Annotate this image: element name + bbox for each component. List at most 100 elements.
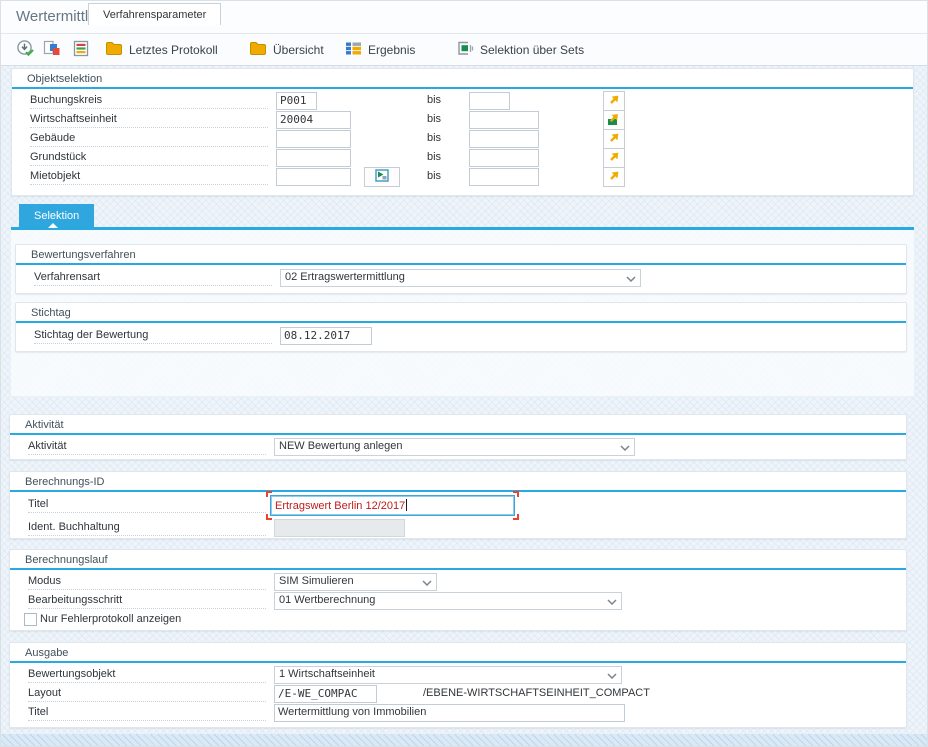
aktivitaet-dropdown[interactable]: NEW Bewertung anlegen: [274, 438, 635, 456]
folder-icon: [105, 41, 123, 59]
wirtschaftseinheit-input[interactable]: 20004: [276, 111, 351, 129]
execute-button[interactable]: [13, 38, 38, 62]
mietobjekt-multiselect-button[interactable]: [603, 167, 625, 187]
fehlerprotokoll-row: Nur Fehlerprotokoll anzeigen: [10, 612, 906, 631]
tab-verfahrensparameter[interactable]: Verfahrensparameter: [88, 3, 221, 25]
aktivitaet-title: Aktivität: [25, 419, 64, 431]
ausgabe-titel-input[interactable]: Wertermittlung von Immobilien: [274, 704, 625, 722]
multiple-selection-icon: [608, 150, 621, 166]
sap-window: Wertermittlung anlegen: [0, 0, 928, 747]
ausgabe-title: Ausgabe: [25, 647, 68, 659]
objektselektion-group: Objektselektion Buchungskreis P001 bis W…: [11, 68, 914, 196]
grundstueck-multiselect-button[interactable]: [603, 148, 625, 168]
grundstueck-row: Grundstück bis: [12, 149, 913, 168]
gebaeude-bis-input[interactable]: [469, 130, 539, 148]
chevron-down-icon: [607, 599, 617, 605]
letztes-protokoll-label: Letztes Protokoll: [129, 43, 218, 57]
layout-input[interactable]: /E-WE_COMPAC: [274, 685, 377, 703]
gebaeude-multiselect-button[interactable]: [603, 129, 625, 149]
bis-label: bis: [427, 170, 441, 182]
letztes-protokoll-button[interactable]: Letztes Protokoll: [102, 38, 221, 62]
accent-line: [12, 87, 913, 89]
log-display-button[interactable]: [70, 38, 92, 62]
layout-row: Layout /E-WE_COMPAC /EBENE-WIRTSCHAFTSEI…: [10, 685, 906, 704]
bearbeitungsschritt-dropdown[interactable]: 01 Wertberechnung: [274, 592, 622, 610]
buchungskreis-multiselect-button[interactable]: [603, 91, 625, 111]
chevron-down-icon: [422, 580, 432, 586]
result-grid-icon: [345, 41, 362, 59]
aktivitaet-row: Aktivität NEW Bewertung anlegen: [10, 438, 906, 457]
mietobjekt-label: Mietobjekt: [30, 170, 268, 185]
uebersicht-label: Übersicht: [273, 43, 324, 57]
buchungskreis-row: Buchungskreis P001 bis: [12, 92, 913, 111]
multiple-selection-icon: [608, 131, 621, 147]
layout-label: Layout: [28, 687, 266, 702]
modus-dropdown[interactable]: SIM Simulieren: [274, 573, 437, 591]
mietobjekt-input[interactable]: [276, 168, 351, 186]
stichtag-input[interactable]: 08.12.2017: [280, 327, 372, 345]
gebaeude-row: Gebäude bis: [12, 130, 913, 149]
nur-fehlerprotokoll-label: Nur Fehlerprotokoll anzeigen: [40, 613, 181, 625]
ident-buchhaltung-label: Ident. Buchhaltung: [28, 521, 266, 536]
gebaeude-label: Gebäude: [30, 132, 268, 147]
folder-icon: [249, 41, 267, 59]
text-cursor: [406, 499, 407, 511]
uebersicht-button[interactable]: Übersicht: [246, 38, 327, 62]
ergebnis-button[interactable]: Ergebnis: [342, 38, 418, 62]
verfahrensart-row: Verfahrensart 02 Ertragswertermittlung: [16, 269, 906, 288]
aktivitaet-value: NEW Bewertung anlegen: [279, 440, 403, 452]
stichtag-label: Stichtag der Bewertung: [34, 329, 272, 344]
titel-input-focus: Ertragswert Berlin 12/2017: [270, 495, 515, 516]
titel-label: Titel: [28, 498, 266, 513]
selektion-ueber-sets-label: Selektion über Sets: [480, 43, 584, 57]
wirtschaftseinheit-row: Wirtschaftseinheit 20004 bis: [12, 111, 913, 130]
bearbeitungsschritt-value: 01 Wertberechnung: [279, 594, 375, 606]
grundstueck-input[interactable]: [276, 149, 351, 167]
bis-label: bis: [427, 94, 441, 106]
multiple-selection-icon: [608, 169, 621, 185]
mietobjekt-row: Mietobjekt bis: [12, 168, 913, 187]
modus-label: Modus: [28, 575, 266, 590]
mietobjekt-bis-input[interactable]: [469, 168, 539, 186]
berechnungs-id-group: Berechnungs-ID Titel Ertragswert Berlin …: [9, 471, 907, 539]
wirtschaftseinheit-bis-input[interactable]: [469, 111, 539, 129]
wirtschaftseinheit-multiselect-button[interactable]: [603, 110, 625, 130]
bearbeitungsschritt-label: Bearbeitungsschritt: [28, 594, 266, 609]
nur-fehlerprotokoll-checkbox[interactable]: [24, 613, 37, 626]
buchungskreis-input[interactable]: P001: [276, 92, 317, 110]
buchungskreis-label: Buchungskreis: [30, 94, 268, 109]
accent-line: [10, 661, 906, 663]
accent-line: [16, 263, 906, 265]
accent-line: [10, 490, 906, 492]
active-tab-notch-fill: [48, 223, 58, 228]
stichtag-row: Stichtag der Bewertung 08.12.2017: [16, 327, 906, 346]
mietobjekt-selection-button[interactable]: [364, 167, 400, 187]
ausgabe-titel-label: Titel: [28, 706, 266, 721]
bewertungsobjekt-row: Bewertungsobjekt 1 Wirtschaftseinheit: [10, 666, 906, 685]
ergebnis-label: Ergebnis: [368, 43, 415, 57]
verfahrensart-dropdown[interactable]: 02 Ertragswertermittlung: [280, 269, 641, 287]
copy-button[interactable]: [40, 38, 64, 62]
buchungskreis-bis-input[interactable]: [469, 92, 510, 110]
grundstueck-bis-input[interactable]: [469, 149, 539, 167]
titel-value: Ertragswert Berlin 12/2017: [275, 500, 405, 512]
grundstueck-label: Grundstück: [30, 151, 268, 166]
layout-description: /EBENE-WIRTSCHAFTSEINHEIT_COMPACT: [423, 687, 650, 699]
bewertungsobjekt-value: 1 Wirtschaftseinheit: [279, 668, 375, 680]
modus-row: Modus SIM Simulieren: [10, 573, 906, 592]
multiple-selection-icon: [608, 93, 621, 109]
rental-object-selection-icon: [374, 168, 390, 186]
ident-buchhaltung-row: Ident. Buchhaltung: [10, 519, 906, 538]
titel-input[interactable]: Ertragswert Berlin 12/2017: [270, 495, 515, 516]
accent-line: [16, 321, 906, 323]
selektion-ueber-sets-button[interactable]: Selektion über Sets: [454, 38, 587, 62]
bis-label: bis: [427, 151, 441, 163]
bewertungsobjekt-label: Bewertungsobjekt: [28, 668, 266, 683]
focus-corner: [513, 491, 519, 497]
aktivitaet-label: Aktivität: [28, 440, 266, 455]
sets-selection-icon: [457, 41, 474, 59]
gebaeude-input[interactable]: [276, 130, 351, 148]
ident-buchhaltung-input: [274, 519, 405, 537]
bis-label: bis: [427, 132, 441, 144]
bewertungsobjekt-dropdown[interactable]: 1 Wirtschaftseinheit: [274, 666, 622, 684]
